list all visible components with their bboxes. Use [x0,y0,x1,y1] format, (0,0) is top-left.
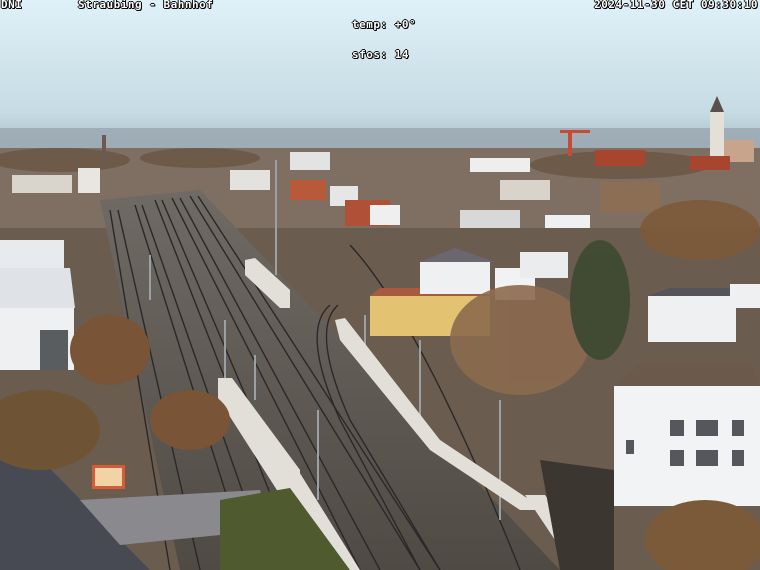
webcam-view: DNI Straubing - Bahnhof temp: +0° sfos: … [0,0,760,570]
timestamp-label: 2024-11-30 CET 09:30:10 [594,0,758,11]
temperature-readout: temp: +0° sfos: 14 [352,0,416,80]
location-label: Straubing - Bahnhof [78,0,214,11]
webcam-image [0,0,760,570]
left-warehouse [0,240,75,370]
chimney [102,135,106,165]
billboard-panel [95,468,122,486]
foreground-white-house [614,364,760,506]
temperature-label: temp: +0° [352,18,417,31]
camera-code-label: DNI [1,0,23,11]
sfos-label: sfos: 14 [352,48,409,61]
